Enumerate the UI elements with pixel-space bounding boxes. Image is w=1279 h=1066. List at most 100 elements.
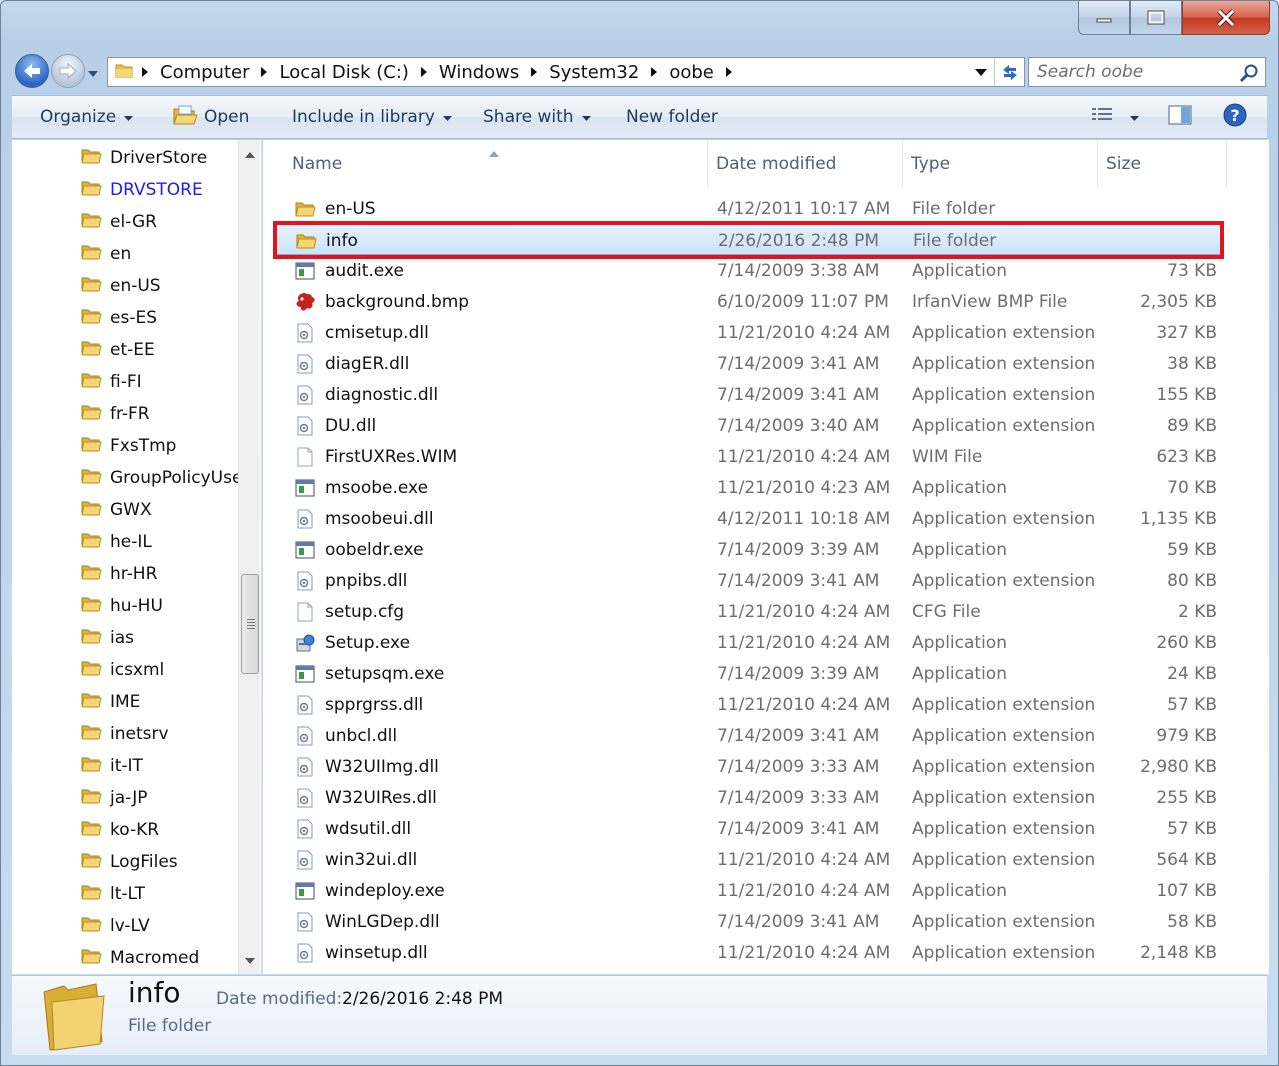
file-row[interactable]: W32UIRes.dll 7/14/2009 3:33 AM Application… [273,782,1223,813]
file-row[interactable]: msoobeui.dll 4/12/2011 10:18 AM Applicatio… [273,503,1223,534]
nav-folder-label: ias [110,628,134,648]
file-row[interactable]: unbcl.dll 7/14/2009 3:41 AM Application ex… [273,720,1223,751]
file-row[interactable]: wdsutil.dll 7/14/2009 3:41 AM Application … [273,813,1223,844]
scroll-up-button[interactable] [239,144,261,166]
nav-folder-icsxml[interactable]: icsxml [80,655,164,685]
file-row[interactable]: FirstUXRes.WIM 11/21/2010 4:24 AM WIM File… [273,441,1223,472]
share-with-button[interactable]: Share with [473,96,601,138]
file-row[interactable]: background.bmp 6/10/2009 11:07 PM IrfanVie… [273,286,1223,317]
breadcrumb-separator-icon[interactable] [718,66,740,78]
column-header-name[interactable]: Name [284,140,708,188]
recent-pages-dropdown[interactable] [87,65,99,77]
breadcrumb-windows[interactable]: Windows [435,62,523,83]
nav-folder-hr-hr[interactable]: hr-HR [80,559,157,589]
file-row[interactable]: winsetup.dll 11/21/2010 4:24 AM Applicatio… [273,937,1223,968]
refresh-icon [1002,65,1017,80]
file-name: unbcl.dll [325,725,398,746]
file-type: Application extension [912,787,1096,808]
column-header-date-modified[interactable]: Date modified [708,140,903,188]
nav-folder-inetsrv[interactable]: inetsrv [80,719,169,749]
search-input[interactable] [1037,62,1237,82]
nav-folder-en[interactable]: en [80,239,131,269]
nav-folder-label: icsxml [110,660,165,680]
breadcrumb-oobe[interactable]: oobe [665,62,718,83]
nav-folder-it-it[interactable]: it-IT [80,751,143,781]
nav-folder-es-es[interactable]: es-ES [80,303,157,333]
nav-folder-lt-lt[interactable]: lt-LT [80,879,145,909]
breadcrumb-separator-icon[interactable] [643,66,665,78]
close-button[interactable] [1182,1,1270,35]
address-bar[interactable]: Computer Local Disk (C:) Windows System3… [107,57,1025,87]
file-row[interactable]: info 2/26/2016 2:48 PM File folder [273,224,1223,255]
file-row[interactable]: msoobe.exe 11/21/2010 4:23 AM Application 7… [273,472,1223,503]
breadcrumb-system32[interactable]: System32 [545,62,643,83]
minimize-button[interactable] [1078,1,1130,35]
column-header-size[interactable]: Size [1098,140,1227,188]
nav-folder-ja-jp[interactable]: ja-JP [80,783,148,813]
maximize-button[interactable] [1130,1,1182,35]
file-row[interactable]: setup.cfg 11/21/2010 4:24 AM CFG File 2 KB [273,596,1223,627]
nav-folder-ko-kr[interactable]: ko-KR [80,815,159,845]
help-button[interactable]: ? [1212,96,1258,138]
file-name: audit.exe [325,260,404,281]
nav-folder-el-gr[interactable]: el-GR [80,207,157,237]
nav-folder-ias[interactable]: ias [80,623,134,653]
file-row[interactable]: spprgrss.dll 11/21/2010 4:24 AM Applicatio… [273,689,1223,720]
file-row[interactable]: WinLGDep.dll 7/14/2009 3:41 AM Application… [273,906,1223,937]
file-date: 11/21/2010 4:24 AM [717,880,891,901]
nav-folder-lv-lv[interactable]: lv-LV [80,911,150,941]
nav-folder-drvstore[interactable]: DRVSTORE [80,175,203,205]
file-row[interactable]: Setup.exe 11/21/2010 4:24 AM Application 26… [273,627,1223,658]
file-row[interactable]: en-US 4/12/2011 10:17 AM File folder [273,193,1223,224]
nav-folder-fxstmp[interactable]: FxsTmp [80,431,176,461]
open-button[interactable]: Open [162,96,259,138]
file-row[interactable]: oobeldr.exe 7/14/2009 3:39 AM Application 5… [273,534,1223,565]
nav-folder-en-us[interactable]: en-US [80,271,161,301]
nav-folder-ime[interactable]: IME [80,687,140,717]
nav-folder-label: hr-HR [110,564,158,584]
scroll-down-button[interactable] [239,950,261,972]
file-row[interactable]: pnpibs.dll 7/14/2009 3:41 AM Application e… [273,565,1223,596]
column-header-type[interactable]: Type [903,140,1098,188]
address-history-dropdown[interactable] [970,58,992,86]
nav-folder-grouppolicyuse[interactable]: GroupPolicyUse [80,463,238,493]
breadcrumb-separator-icon[interactable] [413,66,435,78]
breadcrumb-separator-icon[interactable] [253,66,275,78]
preview-pane-button[interactable] [1157,96,1203,138]
nav-folder-fi-fi[interactable]: fi-FI [80,367,142,397]
nav-scrollbar[interactable] [238,140,260,974]
open-folder-icon [172,103,198,132]
file-row[interactable]: windeploy.exe 11/21/2010 4:24 AM Applicati… [273,875,1223,906]
change-view-button[interactable] [1080,96,1149,138]
scrollbar-thumb[interactable] [241,574,259,674]
nav-folder-et-ee[interactable]: et-EE [80,335,155,365]
forward-button[interactable] [51,54,85,88]
back-button[interactable] [15,54,49,88]
search-icon[interactable] [1239,63,1259,87]
nav-folder-logfiles[interactable]: LogFiles [80,847,178,877]
include-in-library-button[interactable]: Include in library [282,96,462,138]
file-row[interactable]: W32UIImg.dll 7/14/2009 3:33 AM Application… [273,751,1223,782]
organize-button[interactable]: Organize [30,96,143,138]
nav-folder-hu-hu[interactable]: hu-HU [80,591,163,621]
file-row[interactable]: setupsqm.exe 7/14/2009 3:39 AM Application… [273,658,1223,689]
nav-folder-fr-fr[interactable]: fr-FR [80,399,150,429]
file-date: 11/21/2010 4:24 AM [717,694,891,715]
nav-folder-gwx[interactable]: GWX [80,495,152,525]
breadcrumb-computer[interactable]: Computer [156,62,253,83]
nav-folder-driverstore[interactable]: DriverStore [80,143,207,173]
refresh-button[interactable] [994,58,1024,86]
new-folder-button[interactable]: New folder [616,96,728,138]
file-row[interactable]: cmisetup.dll 11/21/2010 4:24 AM Applicatio… [273,317,1223,348]
nav-folder-macromed[interactable]: Macromed [80,943,199,973]
file-row[interactable]: DU.dll 7/14/2009 3:40 AM Application exten… [273,410,1223,441]
file-row[interactable]: diagnostic.dll 7/14/2009 3:41 AM Applicati… [273,379,1223,410]
file-row[interactable]: diagER.dll 7/14/2009 3:41 AM Application e… [273,348,1223,379]
nav-folder-he-il[interactable]: he-IL [80,527,152,557]
breadcrumb-local-disk[interactable]: Local Disk (C:) [275,62,412,83]
breadcrumb-separator-icon[interactable] [523,66,545,78]
file-row[interactable]: audit.exe 7/14/2009 3:38 AM Application 73 … [273,255,1223,286]
breadcrumb-separator-icon[interactable] [134,66,156,78]
file-row[interactable]: win32ui.dll 11/21/2010 4:24 AM Application… [273,844,1223,875]
file-name: setup.cfg [325,601,405,622]
